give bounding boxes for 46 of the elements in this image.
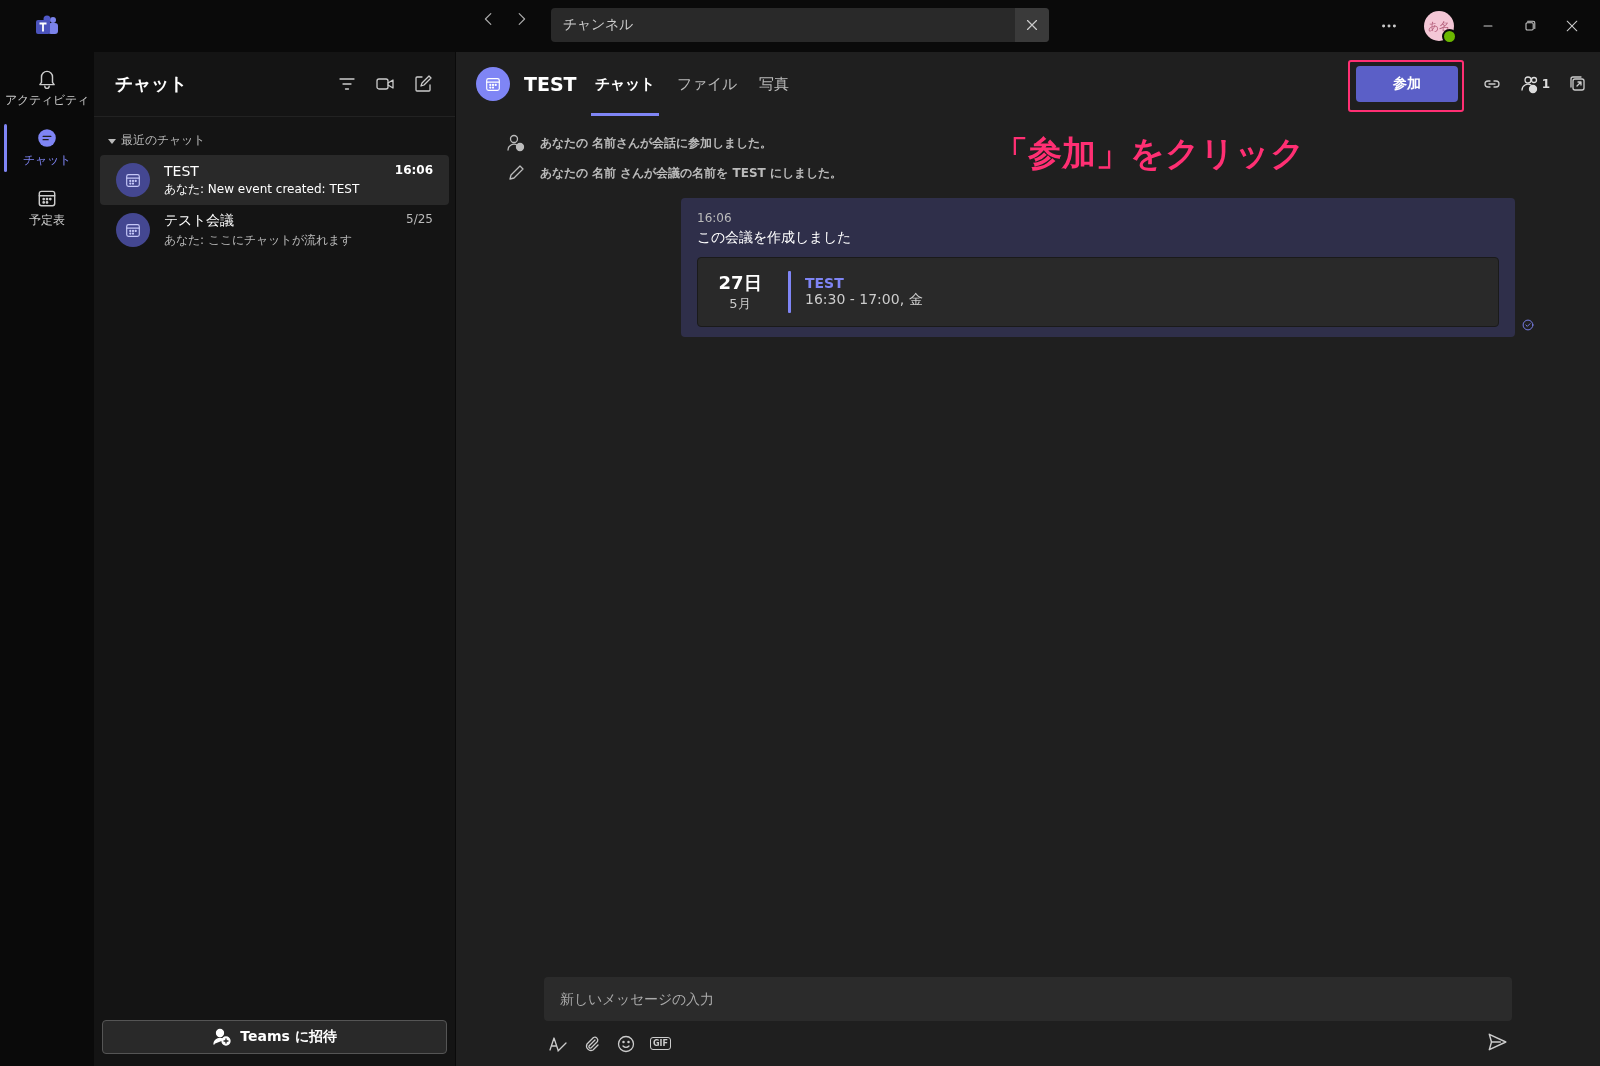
search-text: チャンネル <box>563 16 633 34</box>
status-dot <box>1442 29 1457 44</box>
app-logo-icon <box>34 15 60 37</box>
message-input[interactable]: 新しいメッセージの入力 <box>544 977 1512 1021</box>
gif-button[interactable]: GIF <box>650 1037 671 1050</box>
chat-list-item[interactable]: テスト会議 5/25 あなた: ここにチャットが流れます <box>100 205 449 255</box>
event-month: 5月 <box>729 295 751 313</box>
compose-icon[interactable] <box>413 74 433 94</box>
close-icon[interactable] <box>1564 18 1580 34</box>
chat-icon <box>36 127 58 149</box>
join-button[interactable]: 参加 <box>1355 66 1458 102</box>
section-label: 最近のチャット <box>121 132 205 149</box>
event-title: TEST <box>805 275 845 291</box>
event-time: 16:30 - 17:00, 金 <box>805 291 923 309</box>
event-day: 27日 <box>718 271 762 295</box>
calendar-icon <box>124 221 142 239</box>
tab[interactable]: 写真 <box>754 52 793 116</box>
seen-check-icon <box>1521 318 1535 332</box>
chat-list-item[interactable]: TEST 16:06 あなた: New event created: TEST <box>100 155 449 205</box>
rail-item[interactable]: チャット <box>0 118 94 178</box>
system-message: あなたの 名前さんが会話に参加しました。 <box>540 134 773 152</box>
pop-out-icon[interactable] <box>1568 74 1588 94</box>
event-card[interactable]: 27日 5月 TEST 16:30 - 17:00, 金 <box>697 257 1499 327</box>
search-field[interactable]: チャンネル <box>551 8 1049 42</box>
pencil-icon <box>506 163 526 183</box>
tab[interactable]: チャット <box>590 52 659 116</box>
rail-item[interactable]: 予定表 <box>0 178 94 238</box>
message-time: 16:06 <box>697 211 733 225</box>
emoji-icon[interactable] <box>616 1033 636 1054</box>
calendar-icon <box>484 75 502 93</box>
rail-item[interactable]: アクティビティ <box>0 58 94 118</box>
chat-title: TEST <box>524 73 577 95</box>
caret-icon[interactable] <box>108 136 116 145</box>
restore-icon[interactable] <box>1522 18 1538 34</box>
add-person-icon <box>212 1027 233 1047</box>
annotation-label: 「参加」をクリック <box>994 136 1305 170</box>
people-icon <box>1519 74 1540 94</box>
system-message: あなたの 名前 さんが会議の名前を TEST にしました。 <box>540 164 842 182</box>
participants-button[interactable]: 1 <box>1513 73 1556 95</box>
send-icon <box>1486 1031 1508 1053</box>
invite-button[interactable]: Teams に招待 <box>102 1020 447 1054</box>
person-add-icon <box>506 133 526 153</box>
tab[interactable]: ファイル <box>672 52 741 116</box>
calendar-icon <box>124 171 142 189</box>
message-text: この会議を作成しました <box>697 229 852 247</box>
panel-title: チャット <box>115 72 187 96</box>
